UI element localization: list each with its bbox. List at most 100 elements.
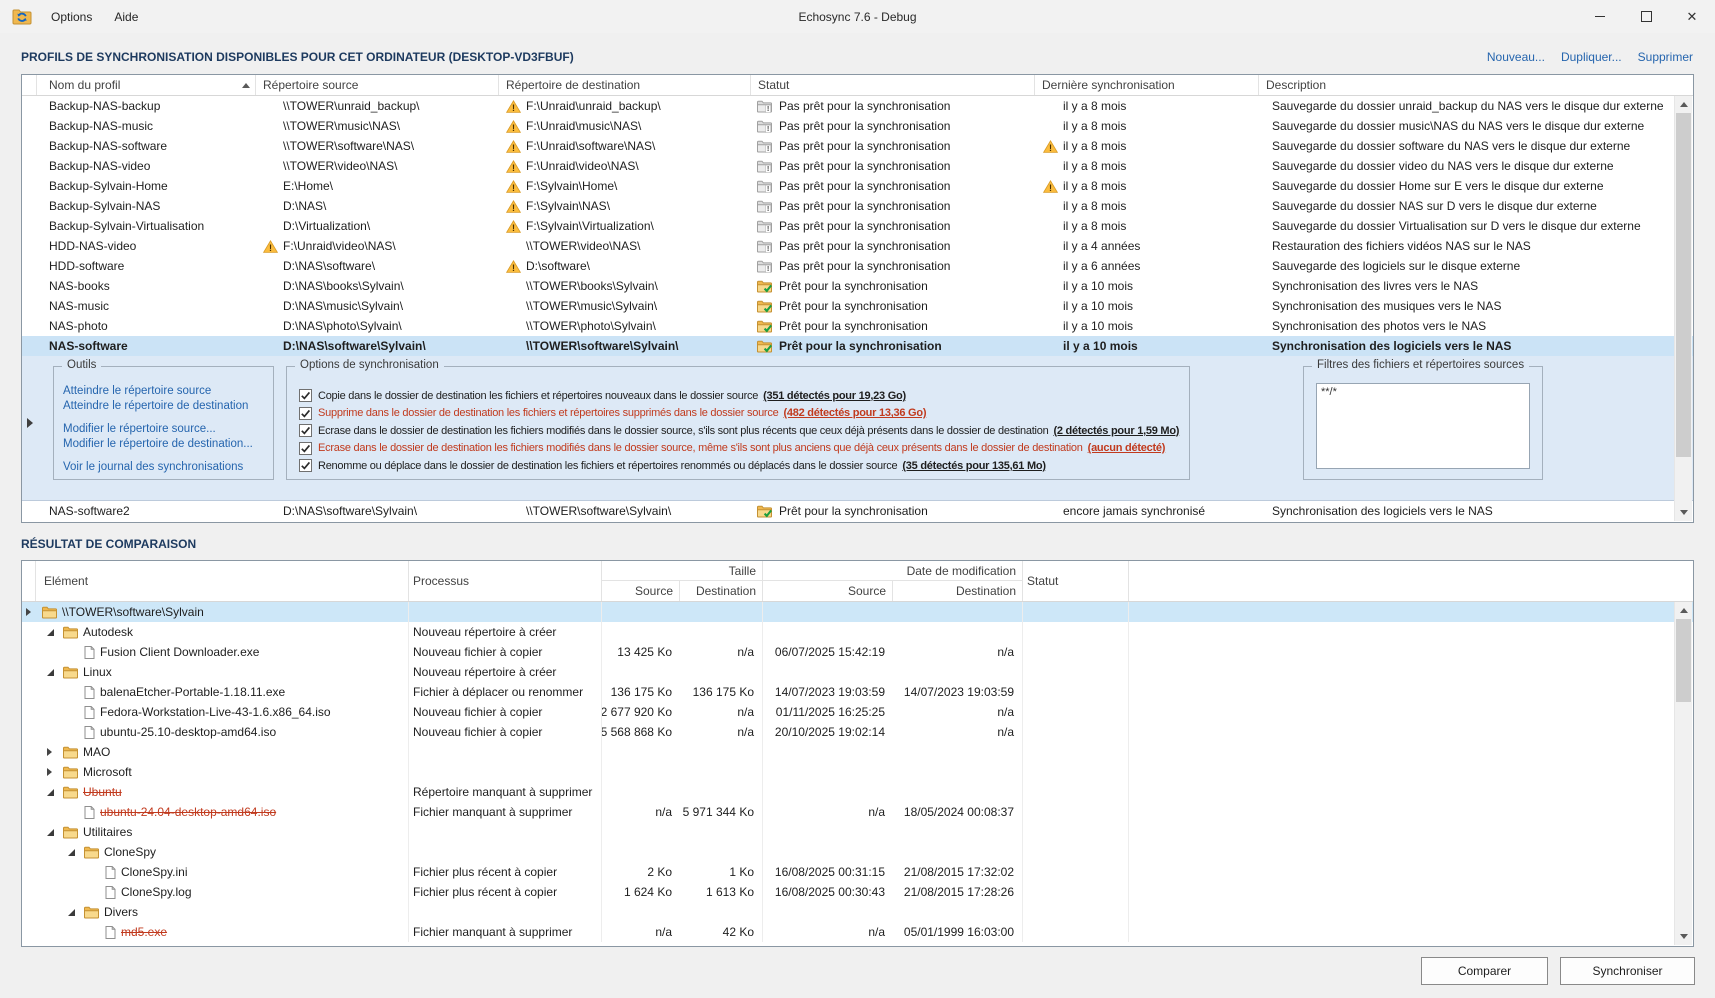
action-new-link[interactable]: Nouveau...: [1487, 50, 1545, 64]
profiles-scrollbar-thumb[interactable]: [1676, 113, 1691, 457]
checkbox-checked-icon[interactable]: [299, 389, 312, 402]
profiles-column-header[interactable]: Description: [1259, 75, 1693, 95]
comparison-scrollbar-thumb[interactable]: [1676, 619, 1691, 702]
compare-row[interactable]: \\TOWER\software\Sylvain: [22, 602, 1693, 622]
tree-expanded-icon[interactable]: [68, 849, 75, 856]
checkbox-checked-icon[interactable]: [299, 442, 312, 455]
compare-size-destination: [680, 742, 763, 762]
profile-row[interactable]: Backup-NAS-music \\TOWER\music\NAS\ !F:\…: [22, 116, 1693, 136]
compare-row[interactable]: ubuntu-25.10-desktop-amd64.iso Nouveau f…: [22, 722, 1693, 742]
checkbox-checked-icon[interactable]: [299, 407, 312, 420]
tree-expanded-icon[interactable]: [47, 829, 54, 836]
profile-row[interactable]: HDD-NAS-video !F:\Unraid\video\NAS\ \\TO…: [22, 236, 1693, 256]
file-icon: [105, 886, 116, 899]
column-header-size[interactable]: Taille: [602, 561, 763, 581]
tool-link[interactable]: Modifier le répertoire source...: [63, 422, 273, 437]
tree-expanded-icon[interactable]: [47, 669, 54, 676]
sync-option-label: Ecrase dans le dossier de destination le…: [318, 442, 1083, 454]
tree-collapsed-icon[interactable]: [47, 748, 52, 756]
tree-expanded-icon[interactable]: [47, 629, 54, 636]
profile-destination: !D:\software\: [499, 256, 751, 276]
column-header-size-destination[interactable]: Destination: [680, 581, 763, 601]
sync-option-count-link[interactable]: (35 détectés pour 135,61 Mo): [902, 460, 1045, 472]
compare-row[interactable]: balenaEtcher-Portable-1.18.11.exe Fichie…: [22, 682, 1693, 702]
profile-last-sync: il y a 8 mois: [1035, 216, 1259, 236]
column-header-date[interactable]: Date de modification: [763, 561, 1023, 581]
sync-option-count-link[interactable]: (2 détectés pour 1,59 Mo): [1053, 425, 1179, 437]
scroll-up-button[interactable]: [1675, 602, 1692, 619]
action-duplicate-link[interactable]: Dupliquer...: [1561, 50, 1622, 64]
profile-source: \\TOWER\video\NAS\: [256, 156, 499, 176]
sync-option-count-link[interactable]: (482 détectés pour 13,36 Go): [783, 407, 926, 419]
compare-row[interactable]: Utilitaires: [22, 822, 1693, 842]
compare-row[interactable]: CloneSpy: [22, 842, 1693, 862]
tree-expanded-icon[interactable]: [47, 789, 54, 796]
menu-options[interactable]: Options: [40, 0, 103, 33]
compare-row[interactable]: Linux Nouveau répertoire à créer: [22, 662, 1693, 682]
tree-collapsed-icon[interactable]: [26, 608, 31, 616]
compare-row[interactable]: Fedora-Workstation-Live-43-1.6.x86_64.is…: [22, 702, 1693, 722]
detail-expander-icon[interactable]: [27, 418, 33, 428]
profile-row[interactable]: Backup-NAS-software \\TOWER\software\NAS…: [22, 136, 1693, 156]
profile-row[interactable]: Backup-NAS-backup \\TOWER\unraid_backup\…: [22, 96, 1693, 116]
compare-status: [1023, 622, 1129, 642]
filters-input[interactable]: **/*: [1316, 383, 1530, 469]
profiles-column-header[interactable]: Nom du profil: [37, 75, 256, 95]
checkbox-checked-icon[interactable]: [299, 459, 312, 472]
scroll-down-button[interactable]: [1675, 928, 1692, 945]
profile-row[interactable]: NAS-music D:\NAS\music\Sylvain\ \\TOWER\…: [22, 296, 1693, 316]
profile-row[interactable]: Backup-Sylvain-NAS D:\NAS\ !F:\Sylvain\N…: [22, 196, 1693, 216]
compare-row[interactable]: Divers: [22, 902, 1693, 922]
profile-destination: !F:\Unraid\music\NAS\: [499, 116, 751, 136]
close-button[interactable]: ✕: [1669, 0, 1715, 33]
tree-collapsed-icon[interactable]: [47, 768, 52, 776]
profile-row[interactable]: Backup-NAS-video \\TOWER\video\NAS\ !F:\…: [22, 156, 1693, 176]
column-header-date-source[interactable]: Source: [763, 581, 893, 601]
compare-row[interactable]: Ubuntu Répertoire manquant à supprimer: [22, 782, 1693, 802]
tool-link[interactable]: Atteindre le répertoire source: [63, 384, 273, 399]
column-header-date-destination[interactable]: Destination: [893, 581, 1023, 601]
profile-row[interactable]: NAS-software D:\NAS\software\Sylvain\ \\…: [22, 336, 1693, 356]
compare-row[interactable]: MAO: [22, 742, 1693, 762]
profile-row[interactable]: Backup-Sylvain-Home E:\Home\ !F:\Sylvain…: [22, 176, 1693, 196]
column-header-process[interactable]: Processus: [409, 561, 602, 601]
scroll-down-button[interactable]: [1675, 504, 1692, 521]
column-header-element[interactable]: Elément: [36, 561, 409, 601]
tool-link[interactable]: Voir le journal des synchronisations: [63, 460, 273, 475]
profile-row[interactable]: NAS-photo D:\NAS\photo\Sylvain\ \\TOWER\…: [22, 316, 1693, 336]
compare-row[interactable]: Fusion Client Downloader.exe Nouveau fic…: [22, 642, 1693, 662]
profile-row[interactable]: Backup-Sylvain-Virtualisation D:\Virtual…: [22, 216, 1693, 236]
column-header-status[interactable]: Statut: [1023, 561, 1129, 601]
compare-button[interactable]: Comparer: [1421, 957, 1548, 985]
profiles-column-header[interactable]: Répertoire de destination: [499, 75, 751, 95]
profile-row[interactable]: NAS-software2 D:\NAS\software\Sylvain\ \…: [22, 501, 1693, 521]
column-header-size-source[interactable]: Source: [602, 581, 680, 601]
maximize-button[interactable]: [1623, 0, 1669, 33]
compare-row[interactable]: ubuntu-24.04-desktop-amd64.iso Fichier m…: [22, 802, 1693, 822]
tool-link[interactable]: Atteindre le répertoire de destination: [63, 399, 273, 414]
profile-description: Sauvegarde du dossier Virtualisation sur…: [1259, 216, 1693, 236]
profiles-column-header[interactable]: Statut: [751, 75, 1035, 95]
svg-text:!: !: [767, 204, 770, 213]
svg-text:!: !: [767, 224, 770, 233]
scroll-up-button[interactable]: [1675, 96, 1692, 113]
synchronize-button[interactable]: Synchroniser: [1560, 957, 1695, 985]
menu-aide[interactable]: Aide: [103, 0, 149, 33]
profile-destination: \\TOWER\photo\Sylvain\: [499, 316, 751, 336]
compare-row[interactable]: CloneSpy.ini Fichier plus récent à copie…: [22, 862, 1693, 882]
profile-row[interactable]: HDD-software D:\NAS\software\ !D:\softwa…: [22, 256, 1693, 276]
compare-row[interactable]: Microsoft: [22, 762, 1693, 782]
sync-option-count-link[interactable]: (351 détectés pour 19,23 Go): [763, 390, 906, 402]
checkbox-checked-icon[interactable]: [299, 424, 312, 437]
profiles-column-header[interactable]: Répertoire source: [256, 75, 499, 95]
action-delete-link[interactable]: Supprimer: [1638, 50, 1693, 64]
profiles-column-header[interactable]: Dernière synchronisation: [1035, 75, 1259, 95]
sync-option-count-link[interactable]: (aucun détecté): [1088, 442, 1166, 454]
compare-row[interactable]: CloneSpy.log Fichier plus récent à copie…: [22, 882, 1693, 902]
tree-expanded-icon[interactable]: [68, 909, 75, 916]
compare-row[interactable]: Autodesk Nouveau répertoire à créer: [22, 622, 1693, 642]
minimize-button[interactable]: [1577, 0, 1623, 33]
compare-row[interactable]: md5.exe Fichier manquant à supprimer n/a…: [22, 922, 1693, 942]
profile-row[interactable]: NAS-books D:\NAS\books\Sylvain\ \\TOWER\…: [22, 276, 1693, 296]
tool-link[interactable]: Modifier le répertoire de destination...: [63, 437, 273, 452]
